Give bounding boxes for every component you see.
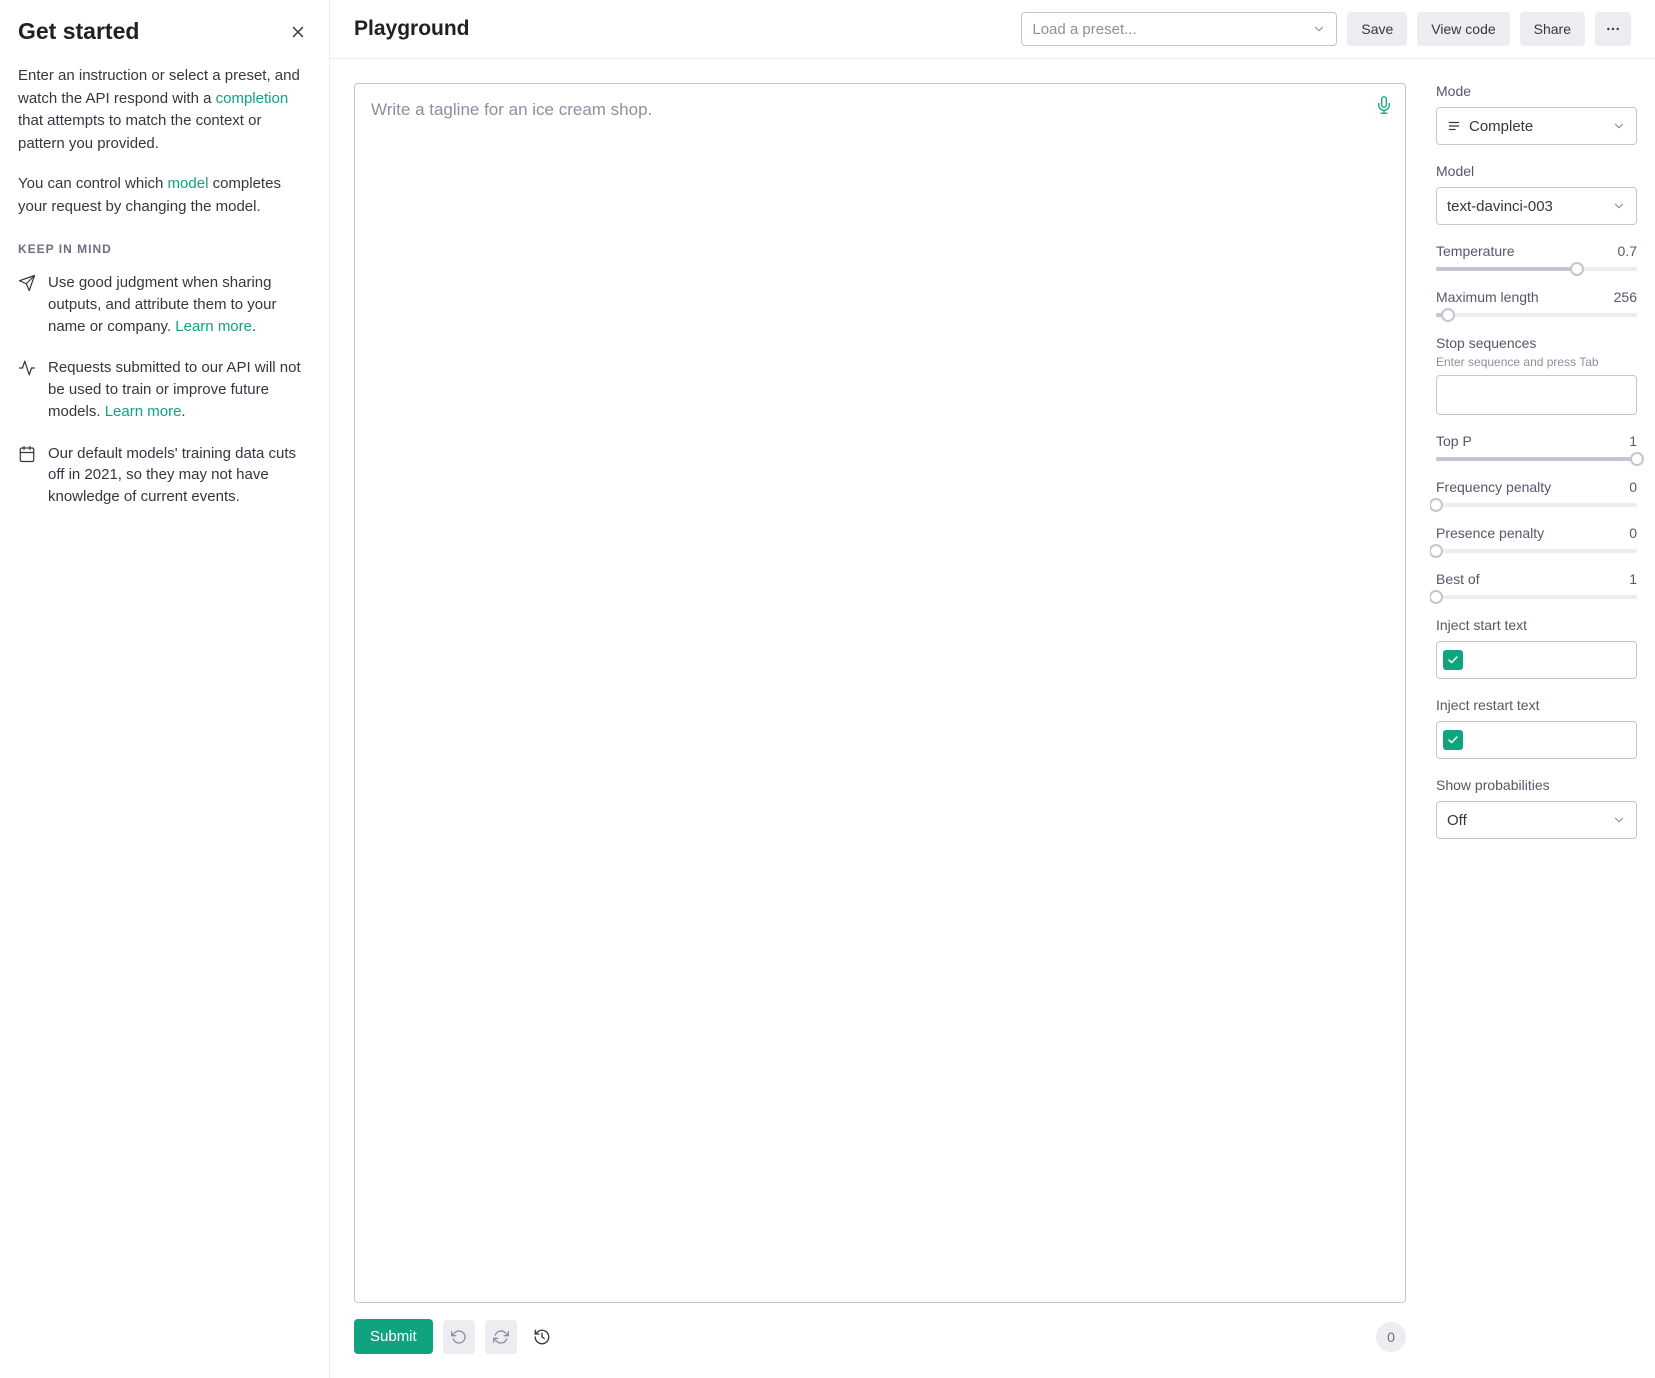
freq-slider[interactable]	[1436, 503, 1637, 507]
complete-mode-icon	[1447, 119, 1461, 133]
sidebar-title: Get started	[18, 18, 139, 45]
stop-label: Stop sequences	[1436, 335, 1637, 351]
settings-panel: Mode Complete Model text-davinci-003	[1430, 59, 1655, 1378]
microphone-icon	[1375, 96, 1393, 114]
temperature-value: 0.7	[1618, 243, 1637, 259]
save-button[interactable]: Save	[1347, 12, 1407, 46]
send-icon	[18, 274, 36, 337]
freq-label: Frequency penalty	[1436, 479, 1551, 495]
stop-input[interactable]	[1436, 375, 1637, 415]
refresh-icon	[493, 1329, 509, 1345]
model-link[interactable]: model	[168, 175, 209, 192]
model-label: Model	[1436, 163, 1637, 179]
bestof-label: Best of	[1436, 571, 1480, 587]
inject-restart-label: Inject restart text	[1436, 697, 1637, 713]
check-icon	[1447, 734, 1459, 746]
preset-select[interactable]: Load a preset...	[1021, 12, 1337, 46]
pres-label: Presence penalty	[1436, 525, 1544, 541]
view-code-button[interactable]: View code	[1417, 12, 1509, 46]
chevron-down-icon	[1312, 22, 1326, 36]
list-item: Requests submitted to our API will not b…	[18, 357, 311, 422]
mode-label: Mode	[1436, 83, 1637, 99]
list-item: Use good judgment when sharing outputs, …	[18, 272, 311, 337]
inject-restart-checkbox[interactable]	[1443, 730, 1463, 750]
top-bar: Playground Load a preset... Save View co…	[330, 0, 1655, 59]
mode-select[interactable]: Complete	[1436, 107, 1637, 145]
token-count-badge: 0	[1376, 1322, 1406, 1352]
bestof-slider[interactable]	[1436, 595, 1637, 599]
undo-icon	[451, 1329, 467, 1345]
close-button[interactable]	[285, 19, 311, 45]
share-button[interactable]: Share	[1520, 12, 1585, 46]
topp-value: 1	[1629, 433, 1637, 449]
chevron-down-icon	[1612, 199, 1626, 213]
intro-paragraph-1: Enter an instruction or select a preset,…	[18, 65, 311, 155]
showprob-select[interactable]: Off	[1436, 801, 1637, 839]
completion-link[interactable]: completion	[216, 90, 289, 107]
temperature-slider[interactable]	[1436, 267, 1637, 271]
chevron-down-icon	[1612, 813, 1626, 827]
list-item: Our default models' training data cuts o…	[18, 443, 311, 508]
showprob-label: Show probabilities	[1436, 777, 1637, 793]
topp-label: Top P	[1436, 433, 1472, 449]
topp-slider[interactable]	[1436, 457, 1637, 461]
calendar-icon	[18, 445, 36, 508]
preset-placeholder: Load a preset...	[1032, 21, 1136, 38]
inject-restart-input[interactable]	[1436, 721, 1637, 759]
maxlen-slider[interactable]	[1436, 313, 1637, 317]
inject-start-checkbox[interactable]	[1443, 650, 1463, 670]
intro-paragraph-2: You can control which model completes yo…	[18, 173, 311, 218]
temperature-label: Temperature	[1436, 243, 1515, 259]
learn-more-link[interactable]: Learn more	[105, 403, 182, 420]
history-button[interactable]	[527, 1322, 557, 1352]
pres-slider[interactable]	[1436, 549, 1637, 553]
activity-icon	[18, 359, 36, 422]
main-content: Playground Load a preset... Save View co…	[330, 0, 1655, 1378]
editor-placeholder: Write a tagline for an ice cream shop.	[371, 100, 652, 119]
submit-button[interactable]: Submit	[354, 1319, 433, 1354]
keep-in-mind-heading: KEEP IN MIND	[18, 242, 311, 256]
close-icon	[289, 23, 307, 41]
more-button[interactable]	[1595, 12, 1631, 46]
microphone-button[interactable]	[1375, 96, 1393, 114]
ellipsis-icon	[1605, 21, 1621, 37]
bottom-bar: Submit 0	[354, 1319, 1406, 1354]
freq-value: 0	[1629, 479, 1637, 495]
prompt-editor[interactable]: Write a tagline for an ice cream shop.	[354, 83, 1406, 1303]
bestof-value: 1	[1629, 571, 1637, 587]
inject-start-input[interactable]	[1436, 641, 1637, 679]
history-icon	[533, 1328, 551, 1346]
undo-button[interactable]	[443, 1320, 475, 1354]
maxlen-value: 256	[1614, 289, 1637, 305]
model-select[interactable]: text-davinci-003	[1436, 187, 1637, 225]
chevron-down-icon	[1612, 119, 1626, 133]
pres-value: 0	[1629, 525, 1637, 541]
stop-caption: Enter sequence and press Tab	[1436, 355, 1637, 369]
check-icon	[1447, 654, 1459, 666]
maxlen-label: Maximum length	[1436, 289, 1539, 305]
learn-more-link[interactable]: Learn more	[175, 318, 252, 335]
page-title: Playground	[354, 17, 470, 41]
get-started-sidebar: Get started Enter an instruction or sele…	[0, 0, 330, 1378]
inject-start-label: Inject start text	[1436, 617, 1637, 633]
regenerate-button[interactable]	[485, 1320, 517, 1354]
